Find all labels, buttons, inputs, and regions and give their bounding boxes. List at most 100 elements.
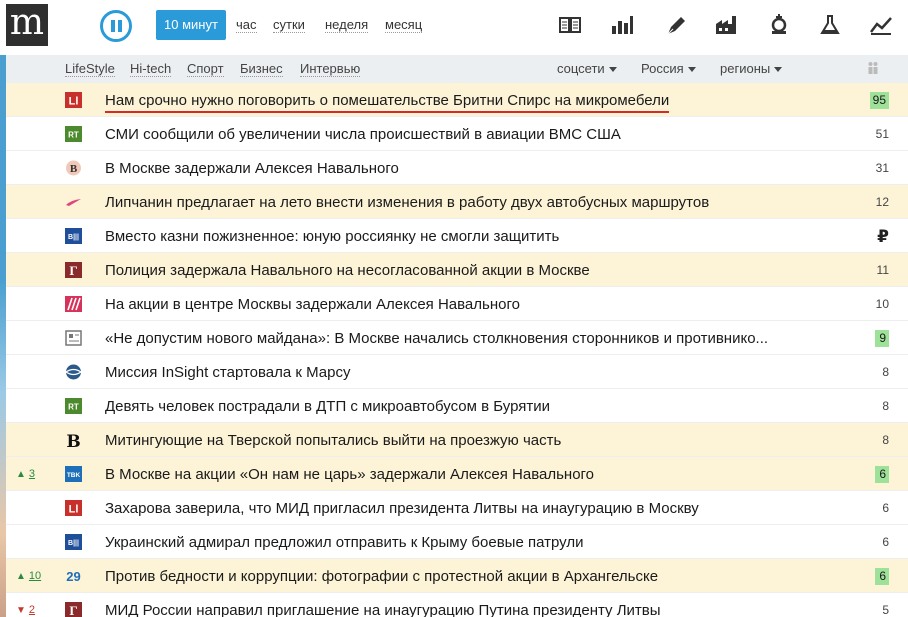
news-title[interactable]: На акции в центре Москвы задержали Алекс… [105,296,805,313]
news-title[interactable]: Митингующие на Тверской попытались выйти… [105,432,805,449]
news-row: На акции в центре Москвы задержали Алекс… [6,287,908,321]
news-row: Г Полиция задержала Навального на несогла… [6,253,908,287]
news-title[interactable]: Липчанин предлагает на лето внести измен… [105,194,805,211]
citation-count: 12 [875,195,889,209]
site-logo[interactable]: m [6,4,48,46]
news-title[interactable]: В Москве задержали Алексея Навального [105,160,805,177]
news-title[interactable]: В Москве на акции «Он нам не царь» задер… [105,466,805,483]
citation-count: 8 [882,433,889,447]
citation-count: 5 [882,603,889,617]
svg-text:Г: Г [69,263,77,278]
trend-indicator[interactable]: ▲ 10 [16,570,41,582]
news-row: B||| Вместо казни пожизненное: юную росси… [6,219,908,253]
citation-count: 6 [875,568,889,585]
news-title[interactable]: МИД России направил приглашение на инауг… [105,602,805,617]
flask-icon[interactable] [818,14,842,36]
arrow-up-icon: ▲ [16,571,26,582]
arrow-up-icon: ▲ [16,469,26,480]
b-circle-icon[interactable]: B [65,160,82,176]
rt-icon[interactable]: RT [65,398,82,414]
news-row: B Митингующие на Тверской попытались выйт… [6,423,908,457]
dropdown-russia[interactable]: Россия [641,62,696,76]
globe-icon[interactable] [65,364,82,380]
news-title[interactable]: «Не допустим нового майдана»: В Москве н… [105,330,805,347]
factory-icon[interactable] [714,14,738,36]
29-icon[interactable]: 29 [65,568,82,584]
chevron-down-icon [774,67,783,73]
citation-count: 6 [882,501,889,515]
chevron-down-icon [687,67,696,73]
news-row: ▲ 3 TBK В Москве на акции «Он нам не царь» … [6,457,908,491]
pause-button[interactable] [100,10,132,42]
category-interview[interactable]: Интервью [300,62,361,77]
paywall-badge: ₽ [877,227,889,246]
citation-count: 95 [869,92,889,109]
news-title[interactable]: СМИ сообщили об увеличении числа происше… [105,126,805,143]
filter-bar: LifeStyle Hi-tech Спорт Бизнес Интервью … [6,55,908,83]
news-title[interactable]: Девять человек пострадали в ДТП с микроа… [105,398,805,415]
columns-icon[interactable] [558,14,582,36]
news-row: RT Девять человек пострадали в ДТП с микр… [6,389,908,423]
l1-icon[interactable]: Ll [65,500,82,516]
news-row: Липчанин предлагает на лето внести измен… [6,185,908,219]
stripes-icon[interactable] [65,296,82,312]
news-title[interactable]: Полиция задержала Навального на несоглас… [105,262,805,279]
news-list: Ll Нам срочно нужно поговорить о помешате… [6,83,908,617]
category-sport[interactable]: Спорт [187,62,224,77]
gazeta-icon[interactable] [65,330,82,346]
citation-count: 8 [882,399,889,413]
svg-text:Ll: Ll [69,96,79,108]
period-week[interactable]: неделя [325,10,369,40]
tass-icon[interactable]: TBK [65,466,82,482]
news-row: Ll Захарова заверила, что МИД пригласил п… [6,491,908,525]
news-row: ▼ 2 Г МИД России направил приглашение на ин… [6,593,908,617]
news-row: «Не допустим нового майдана»: В Москве н… [6,321,908,355]
news-row: RT СМИ сообщили об увеличении числа проис… [6,117,908,151]
news-title[interactable]: Захарова заверила, что МИД пригласил пре… [105,500,805,517]
trend-line-icon[interactable] [869,14,893,36]
svg-text:Ll: Ll [69,504,79,516]
category-hitech[interactable]: Hi-tech [130,62,172,77]
l1-icon[interactable]: Ll [65,92,82,108]
b-bold-icon[interactable]: B [65,432,82,448]
bar-chart-icon[interactable] [610,14,634,36]
rt-icon[interactable]: RT [65,126,82,142]
news-title[interactable]: Против бедности и коррупции: фотографии … [105,568,805,585]
dropdown-social[interactable]: соцсети [557,62,617,76]
chess-king-icon[interactable] [767,14,791,36]
period-month[interactable]: месяц [385,10,423,40]
news-row: Ll Нам срочно нужно поговорить о помешате… [6,83,908,117]
bird-icon[interactable] [65,194,82,210]
svg-text:RT: RT [68,403,79,412]
news-title[interactable]: Нам срочно нужно поговорить о помешатель… [105,92,670,113]
period-day[interactable]: сутки [273,10,305,40]
news-row: B||| Украинский адмирал предложил отправи… [6,525,908,559]
g-icon[interactable]: Г [65,262,82,278]
g-icon[interactable]: Г [65,602,82,617]
category-lifestyle[interactable]: LifeStyle [65,62,115,77]
svg-text:TBK: TBK [67,472,81,479]
svg-text:B: B [66,432,80,448]
news-row: B В Москве задержали Алексея Навального 31 [6,151,908,185]
category-business[interactable]: Бизнес [240,62,283,77]
pen-icon[interactable] [664,14,688,36]
svg-text:29: 29 [66,569,80,584]
news-title[interactable]: Миссия InSight стартовала к Марсу [105,364,805,381]
arrow-down-icon: ▼ [16,605,26,616]
news-title[interactable]: Вместо казни пожизненное: юную россиянку… [105,228,805,245]
top-bar: m 10 минут час сутки неделя месяц [0,0,908,55]
vesti-icon[interactable]: B||| [65,534,82,550]
svg-text:Г: Г [69,603,77,617]
news-title[interactable]: Украинский адмирал предложил отправить к… [105,534,805,551]
citation-count: 9 [875,330,889,347]
trend-indicator[interactable]: ▼ 2 [16,604,35,616]
citation-count: 51 [875,127,889,141]
period-hour[interactable]: час [236,10,257,40]
period-10min[interactable]: 10 минут [156,10,226,40]
svg-text:B: B [70,163,78,175]
trend-indicator[interactable]: ▲ 3 [16,468,35,480]
vesti-icon[interactable]: B||| [65,228,82,244]
dropdown-regions[interactable]: регионы [720,62,783,76]
citation-count: 11 [876,263,889,277]
citation-count: 6 [882,535,889,549]
